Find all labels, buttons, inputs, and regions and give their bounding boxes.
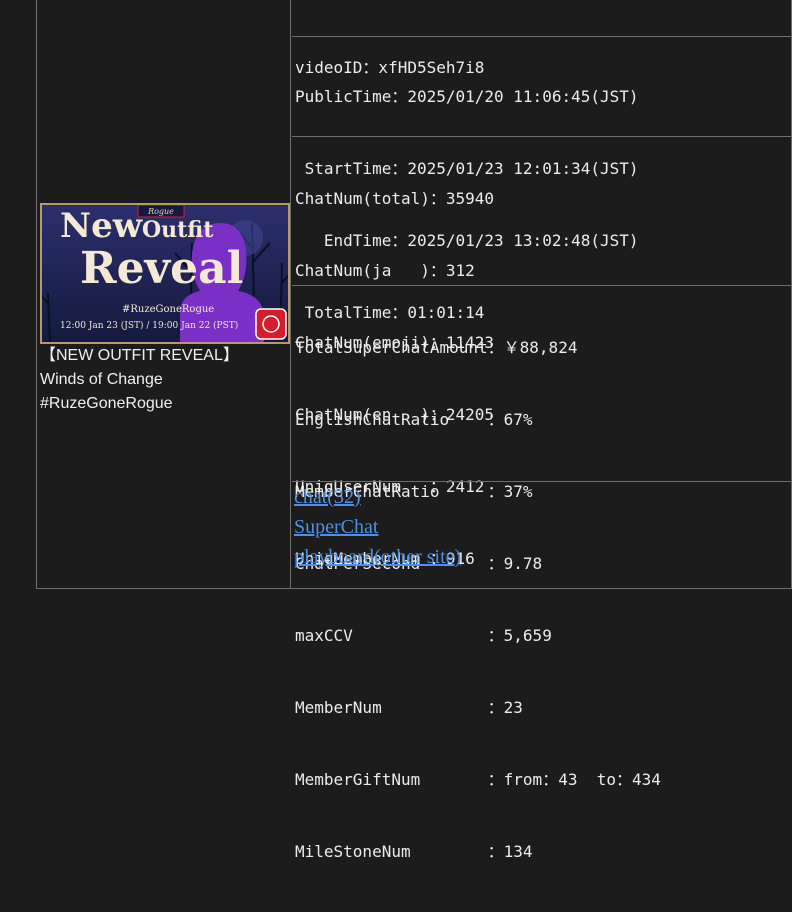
playboard-link[interactable]: playboard(other site) <box>292 542 792 572</box>
video-title: 【NEW OUTFIT REVEAL】 Winds of Change #Ruz… <box>40 344 290 416</box>
video-title-line-2: Winds of Change <box>40 371 163 388</box>
stream-info-table: Rogue NewOutfit Reveal #RuzeGoneRogue 12… <box>36 0 792 861</box>
public-time: PublicTime：2025/01/20 11:06:45(JST) <box>295 87 639 106</box>
stats-section: TotalSuperChatAmount：￥88,824 EnglishChat… <box>292 285 792 912</box>
links-section: chat(32) SuperChat playboard(other site) <box>292 481 792 572</box>
thumb-headline-3: Reveal <box>80 243 244 294</box>
milestone-num: MileStoneNum ：134 <box>295 842 533 861</box>
thumb-headline-2: Outfit <box>141 217 214 243</box>
max-ccv: maxCCV ：5,659 <box>295 626 552 645</box>
chat-link[interactable]: chat(32) <box>292 482 792 512</box>
member-num: MemberNum ：23 <box>295 698 523 717</box>
video-title-line-3: #RuzeGoneRogue <box>40 395 173 412</box>
chat-num-ja: ChatNum(ja )：312 <box>295 261 475 280</box>
english-chat-ratio: EnglishChatRatio ：67% <box>295 410 533 429</box>
video-title-line-1: 【NEW OUTFIT REVEAL】 <box>40 347 239 364</box>
superchat-link[interactable]: SuperChat <box>292 512 792 542</box>
chat-num-total: ChatNum(total)：35940 <box>295 189 495 208</box>
video-cell: Rogue NewOutfit Reveal #RuzeGoneRogue 12… <box>37 0 291 588</box>
thumb-hashtag: #RuzeGoneRogue <box>122 304 215 315</box>
thumb-headline-1: New <box>60 206 142 246</box>
video-thumbnail[interactable]: Rogue NewOutfit Reveal #RuzeGoneRogue 12… <box>40 203 290 344</box>
member-gift-num: MemberGiftNum ：from：43 to：434 <box>295 770 661 789</box>
stats-cell: videoID：xfHD5Seh7i8 PublicTime：2025/01/2… <box>292 0 792 861</box>
total-superchat-amount: TotalSuperChatAmount：￥88,824 <box>295 338 578 357</box>
thumb-schedule: 12:00 Jan 23 (JST) / 19:00 Jan 22 (PST) <box>60 321 239 331</box>
